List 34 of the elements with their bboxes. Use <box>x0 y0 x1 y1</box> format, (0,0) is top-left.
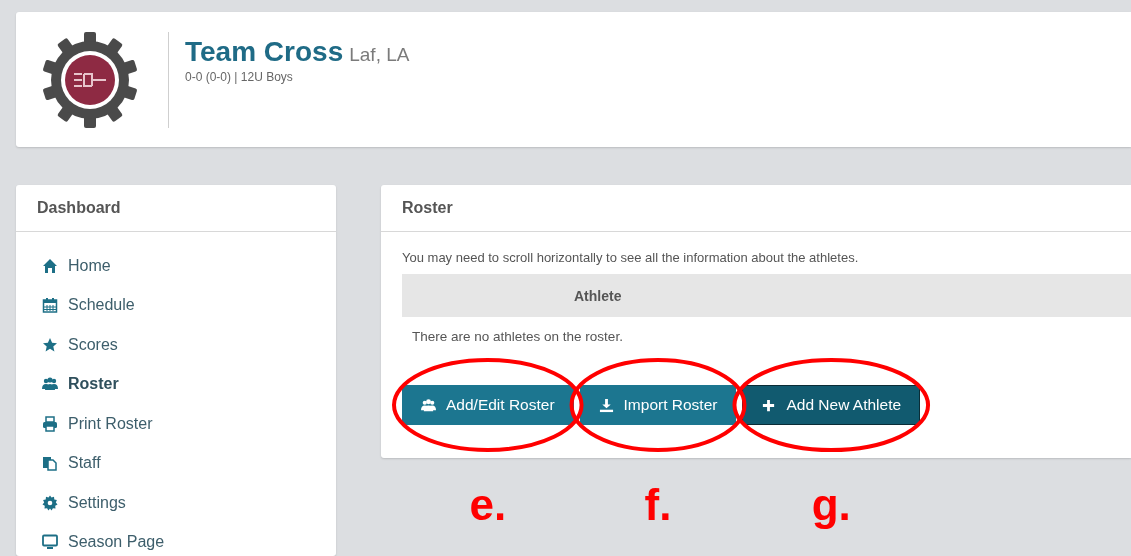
team-record: 0-0 (0-0) | 12U Boys <box>185 70 294 84</box>
action-button[interactable]: Import Roster <box>579 385 737 425</box>
printer-icon <box>42 415 58 432</box>
action-button[interactable]: Add/Edit Roster <box>402 385 574 425</box>
panel-title: Roster <box>402 199 453 217</box>
annotation-label: e. <box>468 483 508 527</box>
settings-icon <box>42 494 58 511</box>
monitor-icon <box>42 534 58 551</box>
empty-message: There are no athletes on the roster. <box>411 328 624 346</box>
home-icon <box>42 257 58 274</box>
annotation-label: g. <box>810 483 852 527</box>
download-icon <box>598 397 614 413</box>
sidebar-item[interactable]: Print Roster <box>42 413 153 435</box>
sidebar-item[interactable]: Schedule <box>42 294 135 316</box>
action-button[interactable]: Add New Athlete <box>742 385 921 425</box>
sidebar-item[interactable]: Staff <box>42 452 101 474</box>
sidebar-item[interactable]: Settings <box>42 492 126 514</box>
sidebar-item[interactable]: Roster <box>42 373 119 395</box>
star-icon <box>42 336 58 353</box>
sidebar-item[interactable]: Scores <box>42 334 118 356</box>
calendar-icon <box>42 297 58 314</box>
team-name: Team Cross <box>185 36 344 68</box>
users-icon <box>42 376 58 393</box>
panel-title: Dashboard <box>37 199 121 217</box>
plus-icon <box>761 397 777 413</box>
users-icon <box>421 397 436 413</box>
column-header: Athlete <box>574 287 622 304</box>
info-text: You may need to scroll horizontally to see all the information about the athletes. <box>402 250 860 267</box>
sidebar-item[interactable]: Season Page <box>42 531 165 553</box>
gear-logo-icon <box>40 29 140 130</box>
team-location: Laf, LA <box>349 44 410 66</box>
sidebar-item[interactable]: Home <box>42 255 111 277</box>
documents-icon <box>42 455 58 472</box>
annotation-label: f. <box>643 483 673 527</box>
